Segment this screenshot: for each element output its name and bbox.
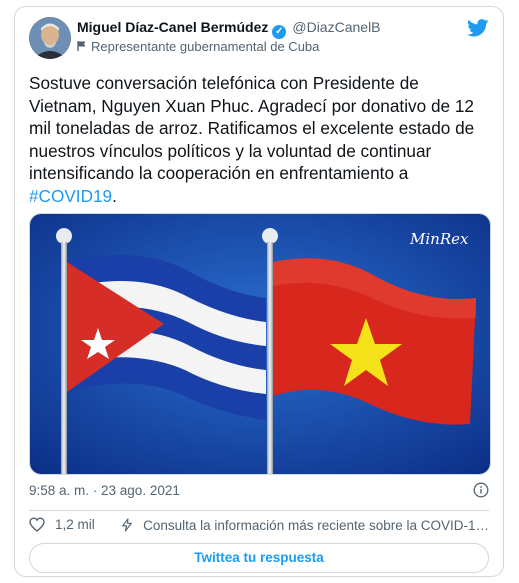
flagpole-finial-right xyxy=(262,228,278,244)
affiliation-text: Representante gubernamental de Cuba xyxy=(91,39,320,54)
tweet-body: Sostuve conversación telefónica con Pres… xyxy=(29,73,475,183)
tweet-text: Sostuve conversación telefónica con Pres… xyxy=(29,72,491,207)
author-name-row[interactable]: Miguel Díaz-Canel Bermúdez ✓ @DiazCanelB xyxy=(77,19,381,39)
tweet-text-end: . xyxy=(112,185,117,206)
like-count: 1,2 mil xyxy=(55,517,95,532)
hashtag-link[interactable]: #COVID19 xyxy=(29,186,112,206)
covid-info-text: Consulta la información más reciente sob… xyxy=(143,517,491,533)
covid-info-link[interactable]: Consulta la información más reciente sob… xyxy=(121,517,491,533)
heart-icon xyxy=(29,517,45,532)
tweet-timestamp[interactable]: 9:58 a. m. · 23 ago. 2021 xyxy=(29,483,180,498)
info-icon[interactable] xyxy=(473,482,489,498)
reply-button[interactable]: Twittea tu respuesta xyxy=(29,543,489,573)
tweet-image[interactable]: MinRex xyxy=(29,213,491,475)
twitter-bird-icon[interactable] xyxy=(467,19,489,37)
covid-info-icon xyxy=(122,518,132,532)
tweet-actions: 1,2 mil Consulta la información más reci… xyxy=(29,517,491,539)
author-name[interactable]: Miguel Díaz-Canel Bermúdez xyxy=(77,19,268,35)
verified-badge-icon: ✓ xyxy=(272,25,287,39)
minrex-watermark: MinRex xyxy=(409,230,469,248)
affiliation-label: Representante gubernamental de Cuba xyxy=(77,39,319,54)
tweet-card: Miguel Díaz-Canel Bermúdez ✓ @DiazCanelB R… xyxy=(14,6,504,577)
avatar[interactable] xyxy=(29,17,71,59)
affiliation-flag-icon xyxy=(77,41,86,51)
author-handle[interactable]: @DiazCanelB xyxy=(292,19,380,35)
divider xyxy=(29,510,489,511)
like-button[interactable]: 1,2 mil xyxy=(29,517,95,532)
flagpole-finial-left xyxy=(56,228,72,244)
